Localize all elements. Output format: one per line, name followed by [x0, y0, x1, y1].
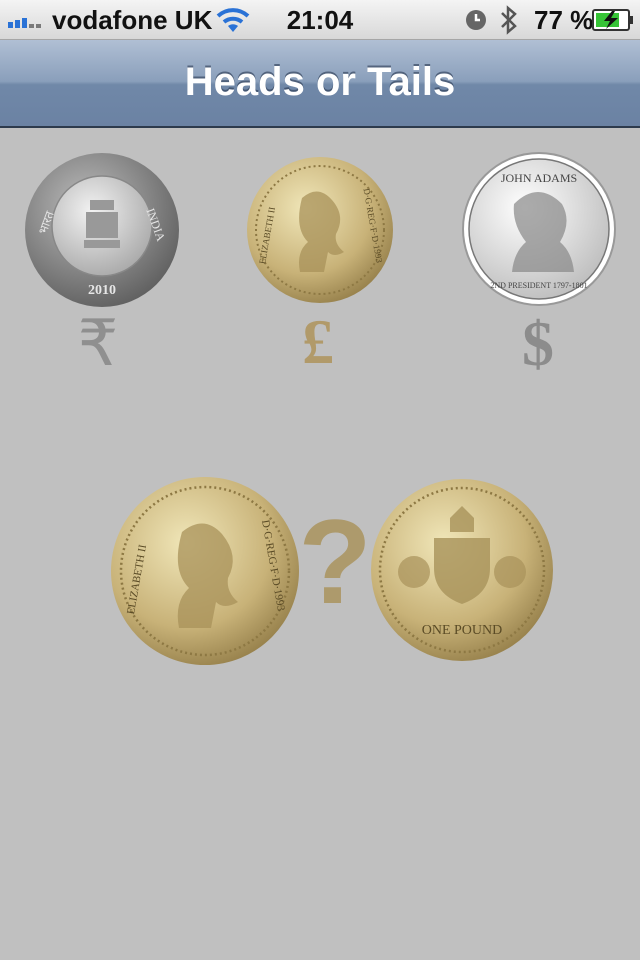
- status-bar: vodafone UK 21:04 77 %: [0, 0, 640, 40]
- clock-icon: [466, 10, 486, 30]
- rupee-coin-year: 2010: [88, 283, 116, 298]
- result-question-mark: ?: [298, 495, 372, 629]
- battery-percent: 77 %: [534, 5, 594, 35]
- dollar-coin-button[interactable]: JOHN ADAMS 2ND PRESIDENT 1797-1801: [462, 152, 616, 306]
- heads-coin[interactable]: ELIZABETH II D·G·REG·F·D·1993: [110, 476, 300, 666]
- pound-symbol: £: [302, 306, 334, 377]
- navigation-bar: Heads or Tails: [0, 40, 640, 128]
- dollar-symbol: $: [522, 308, 554, 379]
- tails-coin[interactable]: ONE POUND: [370, 478, 554, 662]
- dollar-coin-name: JOHN ADAMS: [501, 171, 577, 185]
- dollar-coin-president: 2ND PRESIDENT 1797-1801: [490, 281, 587, 290]
- rupee-coin-button[interactable]: 2010 INDIA भारत: [24, 152, 180, 308]
- rupee-symbol: ₹: [77, 307, 119, 381]
- pound-coin-button[interactable]: ELIZABETH II D·G·REG·F·D·1993: [246, 156, 394, 304]
- battery-charging-icon: [592, 9, 633, 31]
- tails-coin-legend: ONE POUND: [422, 623, 503, 638]
- bluetooth-icon: [501, 5, 517, 35]
- page-title: Heads or Tails: [184, 60, 456, 104]
